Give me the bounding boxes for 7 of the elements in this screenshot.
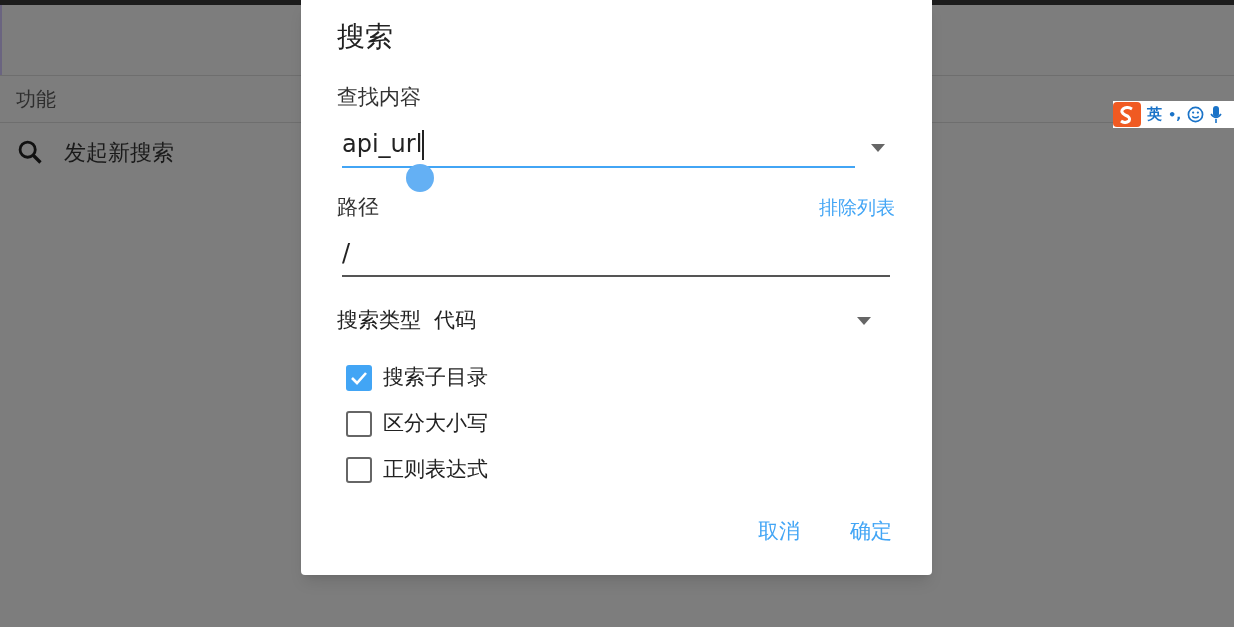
checkbox-label: 搜索子目录: [383, 364, 488, 392]
checkbox-label: 区分大小写: [383, 410, 488, 438]
section-header: 功能: [16, 86, 56, 113]
dialog-title: 搜索: [337, 19, 394, 55]
field-label: 路径: [337, 193, 379, 221]
field-label: 查找内容: [337, 84, 422, 111]
checkbox-label: 正则表达式: [383, 456, 488, 484]
